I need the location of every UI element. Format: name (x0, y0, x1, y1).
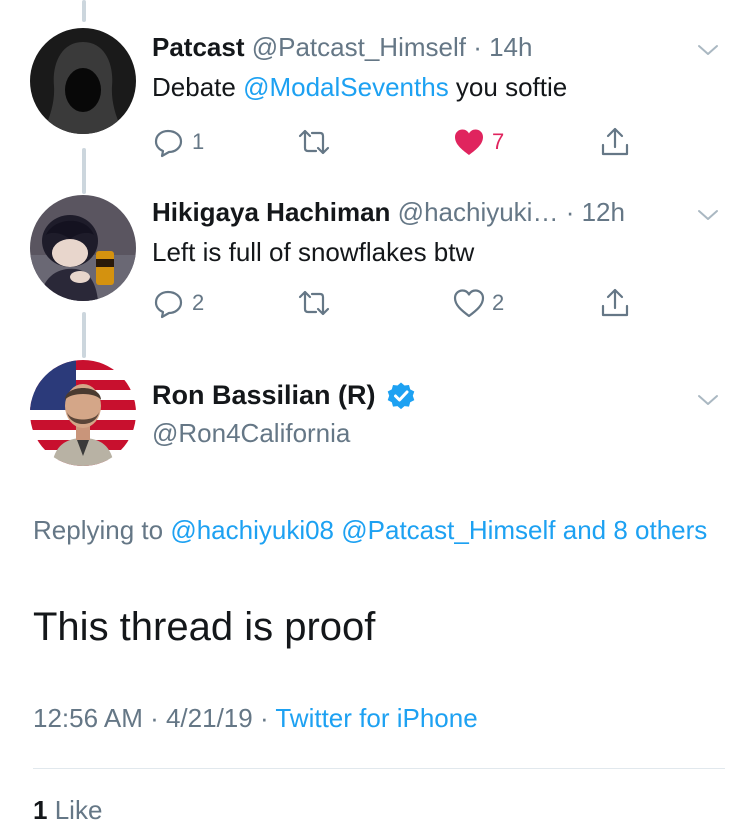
user-handle[interactable]: @Ron4California (152, 418, 350, 449)
chevron-down-icon[interactable] (696, 203, 720, 227)
tweet-meta: 12:56 AM · 4/21/19 · Twitter for iPhone (33, 703, 478, 734)
avatar[interactable] (30, 360, 136, 466)
avatar[interactable] (30, 195, 136, 301)
display-name[interactable]: Patcast (152, 32, 245, 62)
separator: · (465, 32, 490, 62)
source-link[interactable]: Twitter for iPhone (275, 703, 477, 733)
like-label: Like (54, 795, 103, 825)
timestamp[interactable]: 14h (489, 32, 532, 62)
tweet-time: 12:56 AM (33, 703, 143, 733)
others-link[interactable]: and 8 others (563, 515, 708, 545)
person-flag-background-icon (30, 360, 136, 466)
mention-link[interactable]: @ModalSevenths (243, 72, 449, 102)
retweet-icon (298, 290, 330, 316)
heart-filled-icon (455, 129, 483, 155)
chevron-down-icon[interactable] (696, 38, 720, 62)
tweet-header: Hikigaya Hachiman @hachiyuki… · 12h (152, 197, 625, 228)
like-button[interactable]: 7 (452, 122, 504, 162)
author-name[interactable]: Ron Bassilian (R) (152, 380, 416, 411)
user-handle[interactable]: @hachiyuki… (398, 197, 559, 227)
share-button[interactable] (598, 122, 632, 162)
like-count: 7 (492, 129, 505, 154)
share-icon (601, 127, 629, 156)
separator: · (558, 197, 582, 227)
share-icon (601, 288, 629, 317)
tweet[interactable]: Patcast @Patcast_Himself · 14h Debate @M… (0, 0, 750, 180)
replying-to: Replying to @hachiyuki08 @Patcast_Himsel… (33, 508, 723, 552)
separator: · (252, 703, 276, 733)
display-name[interactable]: Hikigaya Hachiman (152, 197, 390, 227)
heart-outline-icon (453, 289, 485, 318)
retweet-button[interactable] (297, 283, 331, 323)
mention-link[interactable]: @hachiyuki08 (170, 515, 334, 545)
avatar[interactable] (30, 28, 136, 134)
retweet-button[interactable] (297, 122, 331, 162)
tweet-text-part: you softie (448, 72, 568, 102)
likes-summary[interactable]: 1 Like (33, 795, 102, 826)
reply-count: 1 (192, 129, 205, 154)
reply-button[interactable]: 1 (152, 122, 204, 162)
tweet-date: 4/21/19 (165, 703, 253, 733)
mention-link[interactable]: @Patcast_Himself (341, 515, 555, 545)
tweet-text: This thread is proof (33, 605, 376, 649)
separator: · (142, 703, 166, 733)
timestamp[interactable]: 12h (582, 197, 625, 227)
user-handle[interactable]: @Patcast_Himself (252, 32, 466, 62)
reply-icon (154, 290, 183, 319)
like-count: 2 (492, 290, 505, 315)
replying-prefix: Replying to (33, 515, 171, 545)
tweet-actions: 1 7 (152, 122, 642, 162)
share-button[interactable] (598, 283, 632, 323)
retweet-icon (298, 129, 330, 155)
chevron-down-icon[interactable] (696, 388, 720, 412)
tweet[interactable]: Hikigaya Hachiman @hachiyuki… · 12h Left… (0, 165, 750, 345)
tweet-text: Debate @ModalSevenths you softie (152, 72, 567, 103)
hooded-figure-icon (30, 28, 136, 134)
tweet-text-part: Debate (152, 72, 244, 102)
tweet-actions: 2 2 (152, 283, 642, 323)
tweet-header: Patcast @Patcast_Himself · 14h (152, 32, 532, 63)
display-name[interactable]: Ron Bassilian (R) (152, 380, 376, 411)
like-button[interactable]: 2 (452, 283, 504, 323)
verified-badge-icon (387, 382, 414, 409)
anime-character-icon (30, 195, 136, 301)
tweet-text: Left is full of snowflakes btw (152, 237, 475, 267)
reply-icon (154, 129, 183, 158)
reply-count: 2 (192, 290, 205, 315)
divider (33, 768, 725, 769)
reply-button[interactable]: 2 (152, 283, 204, 323)
like-total: 1 (33, 795, 48, 825)
